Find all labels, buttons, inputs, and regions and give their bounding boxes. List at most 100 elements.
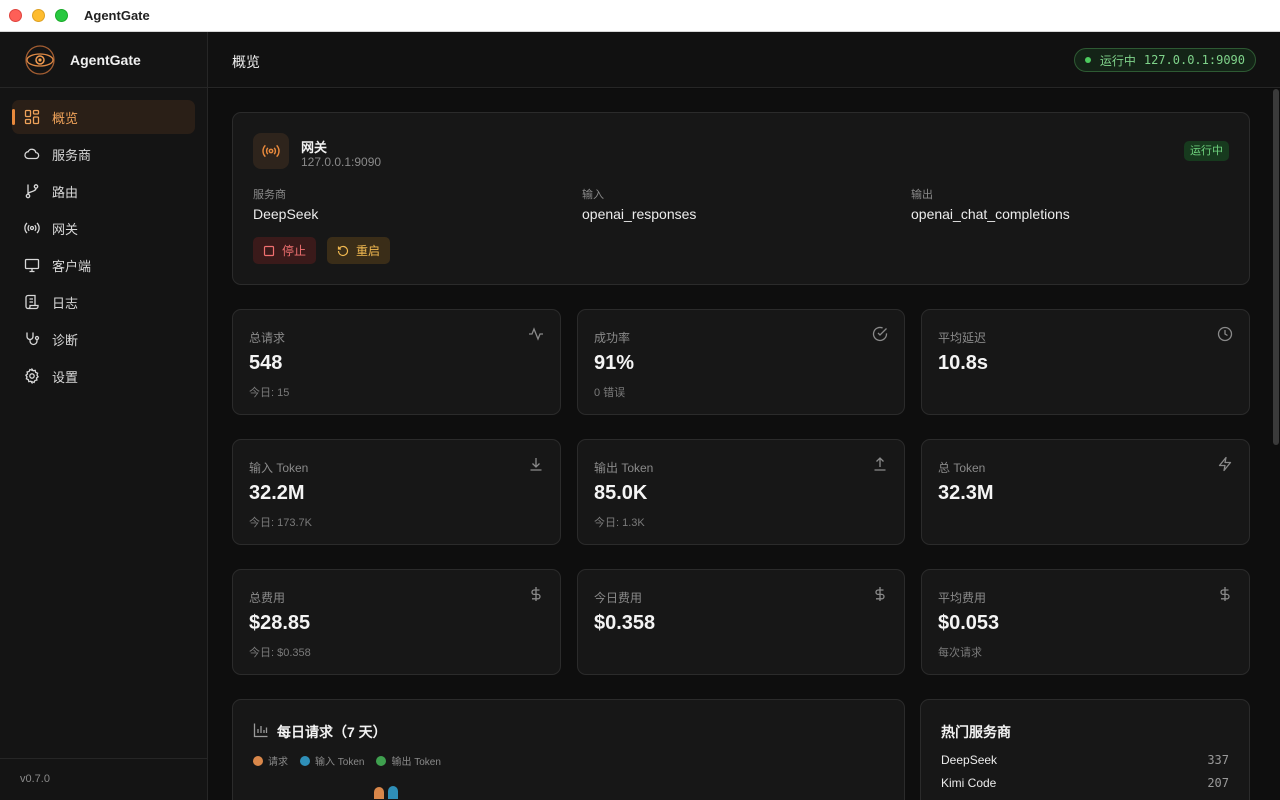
close-window-button[interactable] — [9, 9, 22, 22]
gateway-input-field: 输入 openai_responses — [582, 186, 696, 222]
stat-card-success-rate: 成功率 91% 0 错误 — [577, 309, 905, 415]
main-content[interactable]: 网关 127.0.0.1:9090 运行中 服务商 DeepSeek 输入 op… — [208, 89, 1280, 800]
legend-item-requests: 请求 — [253, 753, 288, 768]
provider-name: DeepSeek — [941, 753, 998, 767]
page-title: 概览 — [232, 54, 260, 70]
sidebar: AgentGate 概览 服务商 路由 网关 客户端 日志 诊断 设置 v0.7… — [0, 32, 208, 800]
stat-card-total-token: 总 Token 32.3M — [921, 439, 1250, 545]
chart-plot-area — [233, 778, 904, 799]
legend-label: 请求 — [268, 757, 288, 768]
legend-item-input-token: 输入 Token — [300, 753, 364, 768]
legend-label: 输出 Token — [391, 757, 441, 768]
stat-value: 85.0K — [594, 482, 648, 504]
sidebar-brand: AgentGate — [0, 32, 207, 88]
status-label: 运行中 — [1099, 53, 1136, 68]
dashboard-icon — [24, 109, 40, 125]
sidebar-item-settings[interactable]: 设置 — [12, 359, 195, 393]
dollar-icon — [875, 587, 885, 601]
stethoscope-icon — [26, 332, 40, 346]
server-status-pill: 运行中 127.0.0.1:9090 — [1073, 48, 1256, 72]
daily-requests-chart-card: 每日请求（7 天） 请求 输入 Token 输出 Token — [232, 699, 905, 800]
stat-value: 32.3M — [938, 482, 994, 504]
chart-bar-requests — [374, 787, 384, 799]
stat-card-input-token: 输入 Token 32.2M 今日: 173.7K — [232, 439, 561, 545]
top-providers-title: 热门服务商 — [941, 724, 1011, 740]
status-dot-icon — [1084, 57, 1091, 63]
git-branch-icon — [25, 184, 39, 199]
status-badge: 运行中 — [1184, 141, 1229, 161]
content-scrollbar[interactable] — [1273, 89, 1279, 445]
sidebar-item-providers[interactable]: 服务商 — [12, 137, 195, 171]
sidebar-item-logs[interactable]: 日志 — [12, 285, 195, 319]
sidebar-item-overview[interactable]: 概览 — [12, 100, 195, 134]
sidebar-item-label: 网关 — [52, 221, 79, 237]
gateway-name: 网关 — [301, 140, 328, 155]
stat-value: 548 — [249, 352, 283, 374]
upload-icon — [874, 457, 886, 471]
sidebar-item-label: 设置 — [52, 369, 79, 385]
sidebar-item-label: 日志 — [52, 295, 79, 311]
window-title: AgentGate — [84, 8, 150, 23]
sidebar-item-label: 服务商 — [52, 147, 92, 163]
download-icon — [530, 458, 542, 471]
legend-swatch — [376, 755, 387, 766]
minimize-window-button[interactable] — [32, 9, 45, 22]
stat-card-avg-cost: 平均费用 $0.053 每次请求 — [921, 569, 1250, 675]
sidebar-item-clients[interactable]: 客户端 — [12, 248, 195, 282]
legend-item-output-token: 输出 Token — [376, 753, 441, 768]
stop-button[interactable]: 停止 — [253, 237, 317, 264]
field-label: 输出 — [911, 189, 933, 201]
stat-label: 总 Token — [938, 461, 986, 475]
gateway-card: 网关 127.0.0.1:9090 运行中 服务商 DeepSeek 输入 op… — [232, 112, 1250, 285]
stat-card-total-requests: 总请求 548 今日: 15 — [232, 309, 561, 415]
legend-swatch — [300, 755, 310, 766]
sidebar-nav: 概览 服务商 路由 网关 客户端 日志 诊断 设置 — [0, 88, 207, 408]
stop-icon — [263, 245, 275, 256]
gateway-address: 127.0.0.1:9090 — [301, 155, 382, 169]
sidebar-item-label: 路由 — [52, 184, 79, 200]
stat-value: $0.053 — [938, 612, 1000, 634]
stat-label: 输出 Token — [594, 461, 654, 475]
sidebar-item-routes[interactable]: 路由 — [12, 174, 195, 208]
stat-card-today-cost: 今日费用 $0.358 — [577, 569, 905, 675]
sidebar-item-diagnostics[interactable]: 诊断 — [12, 322, 195, 356]
legend-label: 输入 Token — [315, 757, 365, 768]
legend-swatch — [253, 755, 263, 766]
sidebar-item-gateway[interactable]: 网关 — [12, 211, 195, 245]
stat-subtext: 每次请求 — [938, 647, 982, 659]
stat-subtext: 今日: 15 — [249, 387, 290, 399]
restart-button[interactable]: 重启 — [327, 237, 391, 264]
provider-name: Kimi Code — [941, 776, 997, 790]
provider-row[interactable]: Kimi Code 207 — [941, 776, 1229, 790]
stat-card-total-cost: 总费用 $28.85 今日: $0.358 — [232, 569, 561, 675]
dollar-icon — [1220, 587, 1230, 601]
radio-tower-icon — [24, 222, 40, 234]
radio-tower-icon — [262, 144, 280, 158]
stat-label: 总请求 — [249, 331, 286, 345]
field-value: openai_responses — [582, 206, 697, 222]
stat-label: 今日费用 — [594, 591, 643, 605]
app-logo-icon — [25, 45, 55, 75]
gateway-output-field: 输出 openai_chat_completions — [911, 186, 1070, 222]
app-name: AgentGate — [70, 52, 141, 68]
stat-label: 输入 Token — [249, 461, 309, 475]
restart-label: 重启 — [356, 244, 381, 258]
stat-value: $0.358 — [594, 612, 656, 634]
stat-subtext: 今日: $0.358 — [249, 647, 311, 659]
field-value: DeepSeek — [253, 206, 319, 222]
stat-label: 总费用 — [249, 591, 286, 605]
provider-row[interactable]: DeepSeek 337 — [941, 753, 1229, 767]
field-label: 服务商 — [253, 189, 286, 201]
zap-icon — [1218, 456, 1232, 472]
gateway-provider-field: 服务商 DeepSeek — [253, 186, 318, 222]
stat-value: 32.2M — [249, 482, 305, 504]
field-label: 输入 — [582, 189, 604, 201]
bar-chart-icon — [253, 723, 268, 738]
chart-title: 每日请求（7 天） — [277, 724, 387, 740]
chart-legend: 请求 输入 Token 输出 Token — [253, 753, 441, 768]
chart-bar-input-token — [388, 786, 398, 799]
scroll-icon — [25, 294, 39, 310]
stat-label: 成功率 — [594, 331, 631, 345]
sidebar-item-label: 概览 — [52, 110, 79, 126]
zoom-window-button[interactable] — [55, 9, 68, 22]
